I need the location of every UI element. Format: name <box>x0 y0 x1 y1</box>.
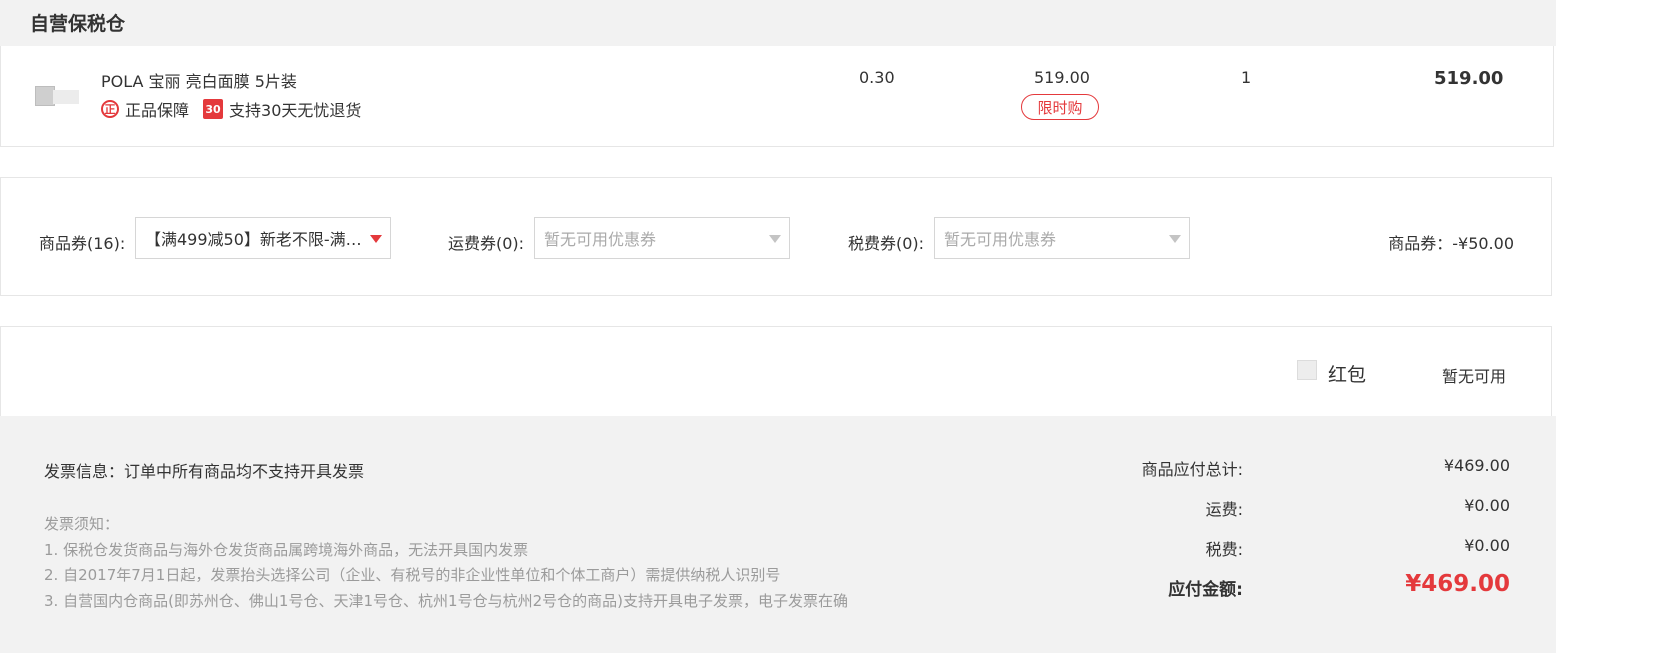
tax-coupon-placeholder: 暂无可用优惠券 <box>944 230 1057 249</box>
tax-fee-value: ¥0.00 <box>1464 536 1510 555</box>
product-weight: 0.30 <box>859 68 895 87</box>
tax-fee-label: 税费: <box>1205 540 1243 559</box>
payable-amount-value: ¥469.00 <box>1405 571 1510 597</box>
flash-sale-badge: 限时购 <box>1021 94 1099 120</box>
invoice-note: 2. 自2017年7月1日起，发票抬头选择公司（企业、有税号的非企业性单位和个体… <box>44 566 781 584</box>
tax-coupon-select[interactable]: 暂无可用优惠券 <box>934 217 1190 259</box>
goods-coupon-select[interactable]: 【满499减50】新老不限-满… <box>135 217 391 259</box>
product-unit-price: 519.00 <box>1034 68 1090 87</box>
shipping-coupon-placeholder: 暂无可用优惠券 <box>544 230 657 249</box>
shipping-fee-label: 运费: <box>1205 500 1243 519</box>
invoice-notes-title: 发票须知： <box>44 515 120 533</box>
product-subtotal: 519.00 <box>1434 68 1504 89</box>
product-row: POLA 宝丽 亮白面膜 5片装 正 正品保障 30 支持30天无忧退货 0.3… <box>0 46 1554 147</box>
tax-coupon-label: 税费券(0): <box>848 234 925 253</box>
goods-coupon-label: 商品券(16): <box>39 234 126 253</box>
goods-coupon-selected: 【满499减50】新老不限-满… <box>145 230 362 249</box>
invoice-info: 发票信息：订单中所有商品均不支持开具发票 <box>44 462 365 481</box>
shipping-fee-value: ¥0.00 <box>1464 496 1510 515</box>
order-summary-panel: 发票信息：订单中所有商品均不支持开具发票 发票须知： 1. 保税仓发货商品与海外… <box>0 416 1556 653</box>
red-packet-label[interactable]: 红包 <box>1328 360 1366 387</box>
payable-amount-label: 应付金额: <box>1168 580 1243 600</box>
coupon-panel: 商品券(16): 【满499减50】新老不限-满… 运费券(0): 暂无可用优惠… <box>0 177 1552 296</box>
warehouse-header: 自营保税仓 <box>0 0 1556 46</box>
dropdown-arrow-icon <box>1169 235 1181 243</box>
product-guarantees: 正 正品保障 30 支持30天无忧退货 <box>101 98 361 120</box>
shipping-coupon-select[interactable]: 暂无可用优惠券 <box>534 217 790 259</box>
red-packet-panel: 红包 暂无可用 <box>0 326 1552 416</box>
genuine-guarantee-label: 正品保障 <box>125 101 190 120</box>
return-30-days-icon: 30 <box>203 99 224 119</box>
return-guarantee-label: 支持30天无忧退货 <box>229 101 362 120</box>
invoice-note: 1. 保税仓发货商品与海外仓发货商品属跨境海外商品，无法开具国内发票 <box>44 541 529 559</box>
coupon-discount-amount: 商品券：-¥50.00 <box>1388 234 1514 253</box>
goods-total-value: ¥469.00 <box>1443 456 1510 475</box>
genuine-guarantee-icon: 正 <box>101 100 119 118</box>
shipping-coupon-label: 运费券(0): <box>448 234 525 253</box>
dropdown-arrow-icon <box>769 235 781 243</box>
invoice-note: 3. 自营国内仓商品(即苏州仓、佛山1号仓、天津1号仓、杭州1号仓与杭州2号仓的… <box>44 592 848 610</box>
warehouse-title: 自营保税仓 <box>30 13 126 35</box>
red-packet-status: 暂无可用 <box>1442 367 1507 386</box>
product-quantity: 1 <box>1241 68 1252 87</box>
product-thumbnail[interactable] <box>35 86 81 106</box>
product-name[interactable]: POLA 宝丽 亮白面膜 5片装 <box>101 68 297 92</box>
goods-total-label: 商品应付总计: <box>1141 460 1243 479</box>
dropdown-arrow-icon <box>370 235 382 243</box>
red-packet-checkbox[interactable] <box>1297 360 1317 380</box>
